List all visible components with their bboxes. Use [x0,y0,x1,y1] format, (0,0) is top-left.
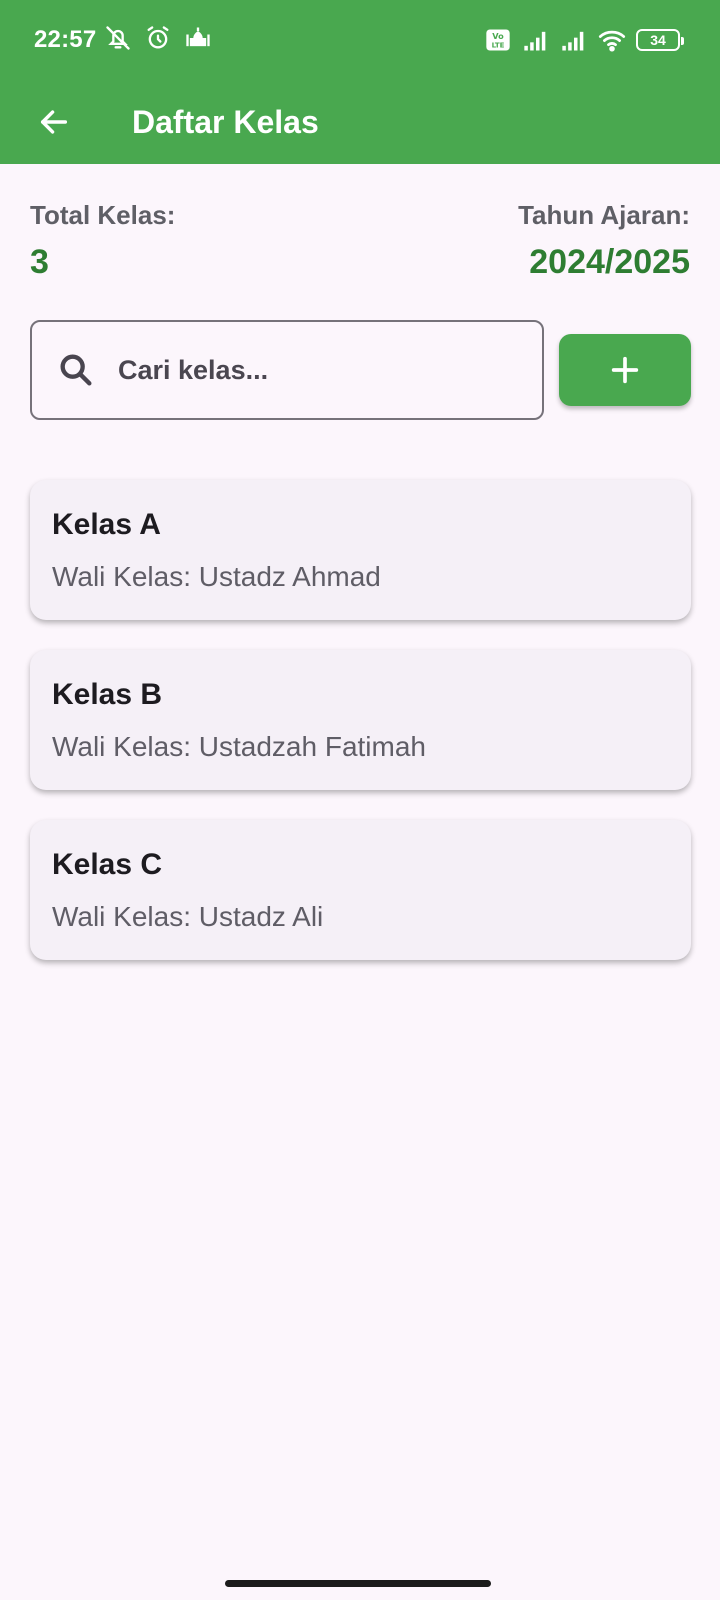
add-class-button[interactable] [559,334,691,406]
back-button[interactable] [28,96,80,148]
search-input[interactable] [118,346,518,394]
class-card[interactable]: Kelas C Wali Kelas: Ustadz Ali [30,820,691,960]
status-icons-right: Vo LTE 34 [484,26,684,54]
academic-year-label: Tahun Ajaran: [518,200,690,230]
mosque-icon [186,27,210,47]
signal-icon [562,31,584,51]
academic-year-value: 2024/2025 [529,243,690,281]
search-field[interactable] [30,320,544,420]
status-bar: 22:57 Vo LTE 34 [0,0,720,82]
total-classes-summary: Total Kelas: 3 [30,200,175,280]
status-icons-left [104,24,212,52]
class-name: Kelas C [52,848,163,881]
mute-icon [106,26,130,50]
search-icon [60,354,92,386]
class-teacher: Wali Kelas: Ustadz Ahmad [52,561,381,592]
alarm-icon [147,26,169,49]
class-name: Kelas A [52,508,161,541]
app-bar: Daftar Kelas [0,82,720,164]
home-indicator[interactable] [225,1580,491,1587]
svg-text:LTE: LTE [492,42,505,50]
class-list: Kelas A Wali Kelas: Ustadz Ahmad Kelas B… [30,480,691,990]
battery-icon: 34 [636,29,684,51]
class-card[interactable]: Kelas A Wali Kelas: Ustadz Ahmad [30,480,691,620]
class-card[interactable]: Kelas B Wali Kelas: Ustadzah Fatimah [30,650,691,790]
total-classes-label: Total Kelas: [30,200,176,230]
total-classes-value: 3 [30,243,49,281]
status-time: 22:57 [34,26,97,53]
academic-year-summary: Tahun Ajaran: 2024/2025 [518,200,690,280]
class-teacher: Wali Kelas: Ustadzah Fatimah [52,731,426,762]
wifi-icon [598,30,626,52]
top-bar: 22:57 Vo LTE 34 Daftar Kelas [0,0,720,164]
class-teacher: Wali Kelas: Ustadz Ali [52,901,324,932]
svg-text:Vo: Vo [492,31,504,41]
page-title: Daftar Kelas [132,104,319,140]
screen: 22:57 Vo LTE 34 Daftar Kelas Total Kelas… [0,0,720,1600]
plus-icon [611,356,639,384]
volte-icon: Vo LTE [486,29,510,51]
signal-icon [524,31,546,51]
class-name: Kelas B [52,678,163,711]
arrow-back-icon [40,110,68,134]
